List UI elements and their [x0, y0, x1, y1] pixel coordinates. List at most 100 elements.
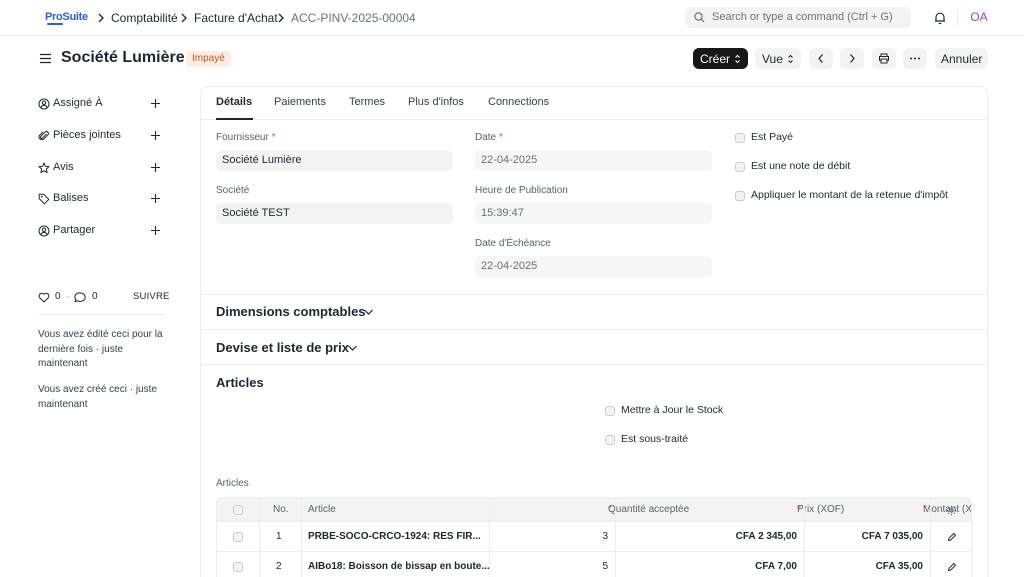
view-button[interactable]: Vue: [755, 48, 801, 69]
follow-button[interactable]: SUIVRE: [133, 291, 170, 302]
supplier-field[interactable]: Société Lumière: [216, 150, 453, 171]
row-amount: CFA 7 035,00: [861, 531, 923, 542]
cancel-button[interactable]: Annuler: [935, 48, 988, 69]
likes-count: 0: [55, 291, 61, 302]
chevron-down-icon[interactable]: [363, 308, 374, 316]
user-avatar[interactable]: OA: [968, 10, 990, 26]
table-row[interactable]: 2 AIBo18: Boisson de bissap en boute... …: [217, 552, 971, 577]
sidebar-item-tags[interactable]: Balises: [38, 191, 164, 209]
more-actions-button[interactable]: [903, 48, 927, 69]
section-divider: [201, 294, 987, 295]
section-items: Articles: [216, 375, 264, 390]
supplier-label: Fournisseur *: [216, 132, 276, 143]
row-rate: CFA 2 345,00: [735, 531, 797, 542]
search-icon: [694, 12, 705, 23]
page-title: Société Lumière: [61, 49, 185, 66]
navbar-divider: [957, 9, 958, 27]
is-debit-note-checkbox[interactable]: [735, 162, 745, 172]
edit-pencil-icon[interactable]: [947, 532, 957, 542]
plus-icon[interactable]: [150, 193, 161, 204]
row-qty: 3: [602, 531, 608, 542]
form-tabs: Détails Paiements Termes Plus d'infos Co…: [201, 87, 987, 120]
chevron-right-icon: [98, 13, 104, 23]
row-checkbox[interactable]: [233, 562, 243, 572]
create-button[interactable]: Créer: [693, 48, 748, 69]
edit-pencil-icon[interactable]: [947, 562, 957, 572]
comment-icon[interactable]: [74, 292, 86, 303]
settings-gear-icon[interactable]: [946, 505, 957, 516]
section-currency-price-list[interactable]: Devise et liste de prix: [216, 340, 349, 355]
row-qty: 5: [602, 561, 608, 572]
section-divider: [201, 364, 987, 365]
sidebar-divider: [38, 314, 166, 315]
section-divider: [201, 329, 987, 330]
is-subcontracted-checkbox[interactable]: [605, 435, 615, 445]
date-field[interactable]: 22-04-2025: [475, 150, 712, 171]
row-checkbox[interactable]: [233, 532, 243, 542]
breadcrumb-document[interactable]: ACC-PINV-2025-00004: [291, 11, 416, 25]
assign-icon: [38, 98, 50, 110]
items-table-label: Articles: [216, 478, 249, 489]
company-label: Société: [216, 185, 250, 196]
previous-button[interactable]: [809, 48, 833, 69]
company-field[interactable]: Société TEST: [216, 203, 453, 224]
share-icon: [38, 225, 50, 237]
search-bar[interactable]: Search or type a command (Ctrl + G): [685, 7, 911, 28]
row-number: 1: [276, 531, 282, 542]
plus-icon[interactable]: [150, 162, 161, 173]
tab-details[interactable]: Détails: [216, 96, 252, 108]
tag-icon: [38, 193, 50, 205]
tab-connections[interactable]: Connections: [488, 96, 549, 108]
row-number: 2: [276, 561, 282, 572]
activity-created: Vous avez créé ceci · juste maintenant: [38, 384, 157, 410]
plus-icon[interactable]: [150, 225, 161, 236]
sidebar-item-assigned-to[interactable]: Assigné À: [38, 96, 164, 114]
chevron-down-icon[interactable]: [347, 344, 358, 352]
ellipsis-icon: [910, 57, 920, 60]
row-item: AIBo18: Boisson de bissap en boute...: [308, 561, 490, 572]
next-button[interactable]: [840, 48, 864, 69]
posting-time-field[interactable]: 15:39:47: [475, 203, 712, 224]
search-placeholder: Search or type a command (Ctrl + G): [712, 11, 893, 23]
print-button[interactable]: [872, 48, 896, 69]
tab-more-info[interactable]: Plus d'infos: [408, 96, 464, 108]
bell-icon[interactable]: [933, 11, 947, 25]
app-logo[interactable]: ProSuite: [45, 10, 89, 26]
active-tab-indicator: [216, 118, 253, 120]
chevron-right-icon: [278, 13, 284, 23]
chevron-left-icon: [818, 54, 823, 63]
stats-separator: ·: [66, 291, 70, 302]
menu-icon[interactable]: [39, 52, 52, 65]
activity-edited: Vous avez édité ceci pour la dernière fo…: [38, 329, 163, 369]
breadcrumb-module[interactable]: Comptabilité: [111, 11, 178, 25]
plus-icon[interactable]: [150, 130, 161, 141]
table-row[interactable]: 1 PRBE-SOCO-CRCO-1924: RES FIR... 3 CFA …: [217, 522, 971, 552]
is-paid-checkbox[interactable]: [735, 133, 745, 143]
due-date-label: Date d'Échéance: [475, 238, 551, 249]
breadcrumb-doctype[interactable]: Facture d'Achat: [194, 11, 278, 25]
chevron-updown-icon: [788, 54, 793, 64]
paperclip-icon: [38, 131, 49, 141]
status-badge: Impayé: [186, 51, 231, 67]
column-header-no: No.: [273, 504, 289, 515]
due-date-field[interactable]: 22-04-2025: [475, 256, 712, 277]
tab-terms[interactable]: Termes: [349, 96, 385, 108]
heart-icon[interactable]: [38, 292, 50, 303]
plus-icon[interactable]: [150, 98, 161, 109]
chevron-right-icon: [850, 54, 855, 63]
sidebar-item-attachments[interactable]: Pièces jointes: [38, 128, 164, 146]
chevron-right-icon: [181, 13, 187, 23]
row-amount: CFA 35,00: [875, 561, 923, 572]
sidebar-item-share[interactable]: Partager: [38, 223, 164, 241]
select-all-checkbox[interactable]: [233, 505, 243, 515]
form-card: Détails Paiements Termes Plus d'infos Co…: [200, 86, 988, 577]
sidebar-item-reviews[interactable]: Avis: [38, 160, 164, 178]
tab-payments[interactable]: Paiements: [274, 96, 326, 108]
update-stock-checkbox[interactable]: [605, 406, 615, 416]
section-accounting-dimensions[interactable]: Dimensions comptables: [216, 304, 366, 319]
sidebar-stats: 0 · 0 SUIVRE: [38, 291, 169, 305]
items-table: No. Article Quantité acceptée * Prix (XO…: [216, 497, 972, 577]
row-item: PRBE-SOCO-CRCO-1924: RES FIR...: [308, 531, 481, 542]
apply-tds-checkbox[interactable]: [735, 191, 745, 201]
comments-count: 0: [92, 291, 98, 302]
